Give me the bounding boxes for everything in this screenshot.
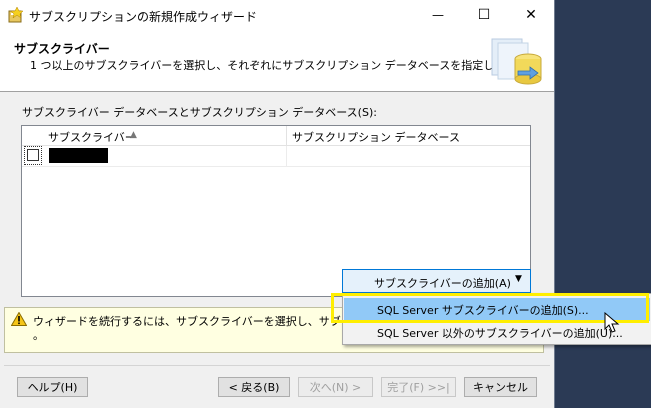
column-header-subscriber[interactable]: サブスクライバー <box>48 129 136 145</box>
redacted-subscriber-name <box>49 148 108 163</box>
mouse-cursor-icon <box>604 312 620 333</box>
title-bar[interactable]: サブスクリプションの新規作成ウィザード — ☐ ✕ <box>0 0 554 30</box>
window-title: サブスクリプションの新規作成ウィザード <box>29 10 258 24</box>
wizard-header: サブスクライバー 1 つ以上のサブスクライバーを選択し、それぞれにサブスクリプシ… <box>0 30 554 92</box>
database-subscriber-icon <box>491 38 542 85</box>
row-checkbox[interactable] <box>27 149 39 161</box>
finish-button[interactable]: 完了(F) >>| <box>381 377 456 397</box>
grid-header: サブスクライバー ▲ サブスクリプション データベース <box>22 126 530 146</box>
add-subscriber-label: サブスクライバーの追加(A) <box>374 277 511 290</box>
warning-message: ウィザードを続行するには、サブスクライバーを選択し、サブスクリプ <box>33 315 343 328</box>
column-divider[interactable] <box>286 126 287 145</box>
table-row[interactable] <box>22 146 530 167</box>
warning-message-line2: 。 <box>33 329 44 342</box>
wizard-window: サブスクリプションの新規作成ウィザード — ☐ ✕ サブスクライバー 1 つ以上… <box>0 0 555 408</box>
dropdown-arrow-icon[interactable]: ▼ <box>515 274 522 284</box>
help-button[interactable]: ヘルプ(H) <box>17 377 88 397</box>
column-header-subscription-database[interactable]: サブスクリプション データベース <box>292 129 460 145</box>
cancel-button[interactable]: キャンセル <box>464 377 537 397</box>
maximize-button[interactable]: ☐ <box>461 0 507 30</box>
footer-divider <box>4 365 550 366</box>
minimize-icon: — <box>432 8 444 22</box>
next-button[interactable]: 次へ(N) > <box>298 377 373 397</box>
warning-icon <box>11 312 27 326</box>
sort-ascending-icon: ▲ <box>130 130 137 140</box>
row-divider <box>286 146 287 166</box>
close-icon: ✕ <box>525 7 537 23</box>
page-description: 1 つ以上のサブスクライバーを選択し、それぞれにサブスクリプション データベース… <box>30 59 527 72</box>
maximize-icon: ☐ <box>477 7 491 23</box>
subscriber-grid-label: サブスクライバー データベースとサブスクリプション データベース(S): <box>22 106 377 119</box>
minimize-button[interactable]: — <box>415 0 461 30</box>
highlight-box <box>331 293 649 323</box>
add-subscriber-button[interactable]: サブスクライバーの追加(A) ▼ <box>342 269 531 293</box>
close-button[interactable]: ✕ <box>508 0 554 30</box>
wizard-app-icon <box>8 7 23 23</box>
back-button[interactable]: < 戻る(B) <box>218 377 290 397</box>
page-title: サブスクライバー <box>14 42 110 56</box>
